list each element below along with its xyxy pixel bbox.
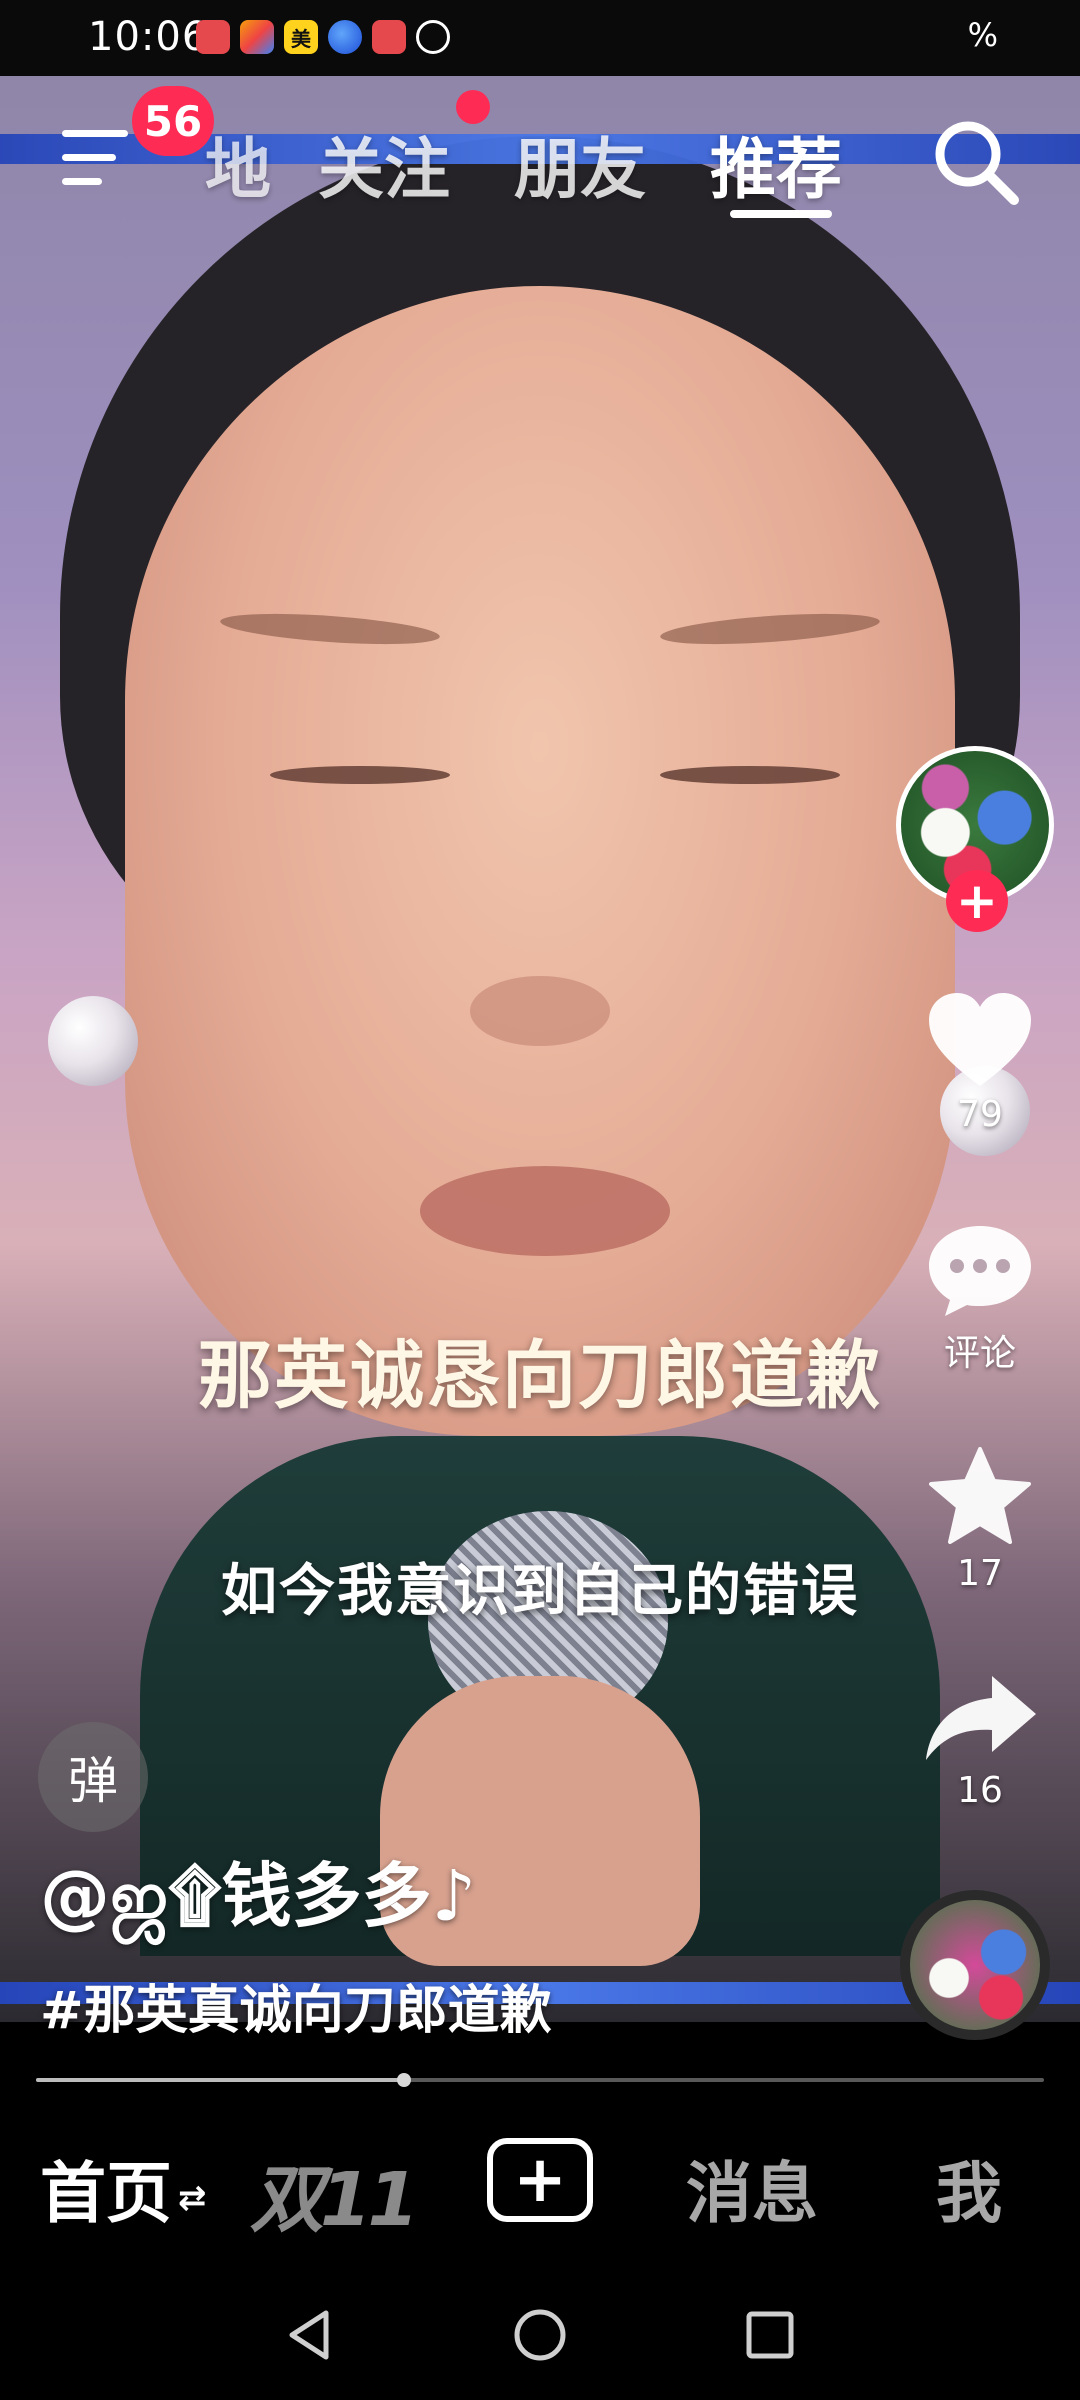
nav-double11[interactable]: 双11 <box>250 2140 419 2247</box>
star-icon <box>929 1447 1031 1544</box>
status-right-indicator: % <box>967 16 998 54</box>
tab-new-dot <box>456 90 490 124</box>
clock-icon <box>416 20 450 54</box>
huawei-app-icon <box>372 20 406 54</box>
menu-icon <box>62 130 128 137</box>
app-screen: 10:06 美 % 那英诚恳向刀郎道歉 如今我意识到自己的错误 56 地 关注 … <box>0 0 1080 2400</box>
tab-friends[interactable]: 朋友 <box>514 116 646 212</box>
favorite-count: 17 <box>957 1553 1003 1594</box>
notification-badge: 56 <box>132 86 214 156</box>
menu-icon <box>62 154 116 161</box>
video-progress-thumb[interactable] <box>396 2073 411 2087</box>
system-navigation-bar <box>0 2270 1080 2400</box>
heart-icon <box>929 993 1031 1086</box>
video-frame-nose <box>470 976 610 1046</box>
status-notification-icons: 美 <box>196 20 450 54</box>
comment-button[interactable]: 评论 <box>890 1220 1070 1376</box>
system-back-button[interactable] <box>280 2305 340 2365</box>
nav-me[interactable]: 我 <box>936 2140 1002 2236</box>
video-frame-eye <box>660 766 840 784</box>
search-button[interactable] <box>928 114 1024 210</box>
tab-local[interactable]: 地 <box>205 116 271 212</box>
search-icon <box>935 121 1019 205</box>
video-progress-bar[interactable] <box>36 2073 1044 2087</box>
status-time: 10:06 <box>88 14 209 60</box>
create-post-button[interactable]: + <box>487 2138 593 2222</box>
video-frame-lips <box>420 1166 670 1256</box>
comment-label: 评论 <box>943 1333 1016 1374</box>
share-button[interactable]: 16 <box>890 1670 1070 1811</box>
comment-icon <box>929 1226 1031 1316</box>
system-home-button[interactable] <box>510 2305 570 2365</box>
like-count: 79 <box>957 1094 1003 1135</box>
video-frame-face <box>125 286 955 1436</box>
plus-icon: + <box>513 2143 567 2217</box>
status-bar: 10:06 美 % <box>0 0 1080 76</box>
refresh-arrows-icon: ⇄ <box>178 2177 207 2218</box>
bottom-navigation: 首页 ⇄ 双11 + 消息 我 <box>0 2100 1080 2270</box>
multicolor-app-icon <box>240 20 274 54</box>
browser-icon <box>328 20 362 54</box>
nav-home-label: 首页 <box>40 2155 172 2232</box>
favorite-button[interactable]: 17 <box>890 1445 1070 1594</box>
hashtag-link[interactable]: #那英真诚向刀郎道歉 <box>40 1968 552 2043</box>
menu-icon <box>62 178 102 185</box>
danmaku-toggle-button[interactable]: 弹 <box>38 1722 148 1832</box>
active-tab-indicator <box>730 210 832 218</box>
share-count: 16 <box>957 1770 1003 1811</box>
tab-recommended[interactable]: 推荐 <box>710 116 842 212</box>
share-arrow-icon <box>926 1676 1036 1760</box>
nav-home[interactable]: 首页 ⇄ <box>40 2140 207 2236</box>
video-frame-eye <box>270 766 450 784</box>
meituan-icon: 美 <box>284 20 318 54</box>
video-frame-earring <box>48 996 138 1086</box>
music-disc[interactable] <box>900 1890 1050 2040</box>
top-navigation: 56 地 关注 朋友 推荐 <box>0 76 1080 236</box>
video-progress-fill <box>36 2078 404 2082</box>
huawei-app-icon <box>196 20 230 54</box>
author-name[interactable]: @ஜ۩钱多多♪ <box>40 1840 476 1946</box>
system-recents-button[interactable] <box>740 2305 800 2365</box>
nav-messages[interactable]: 消息 <box>686 2140 818 2236</box>
tab-following[interactable]: 关注 <box>318 116 450 212</box>
home-circle-icon <box>514 2309 566 2361</box>
follow-button[interactable]: + <box>946 870 1008 932</box>
back-triangle-icon <box>289 2310 329 2360</box>
like-button[interactable]: 79 <box>890 990 1070 1135</box>
recents-square-icon <box>746 2311 794 2359</box>
menu-button[interactable] <box>62 124 132 194</box>
